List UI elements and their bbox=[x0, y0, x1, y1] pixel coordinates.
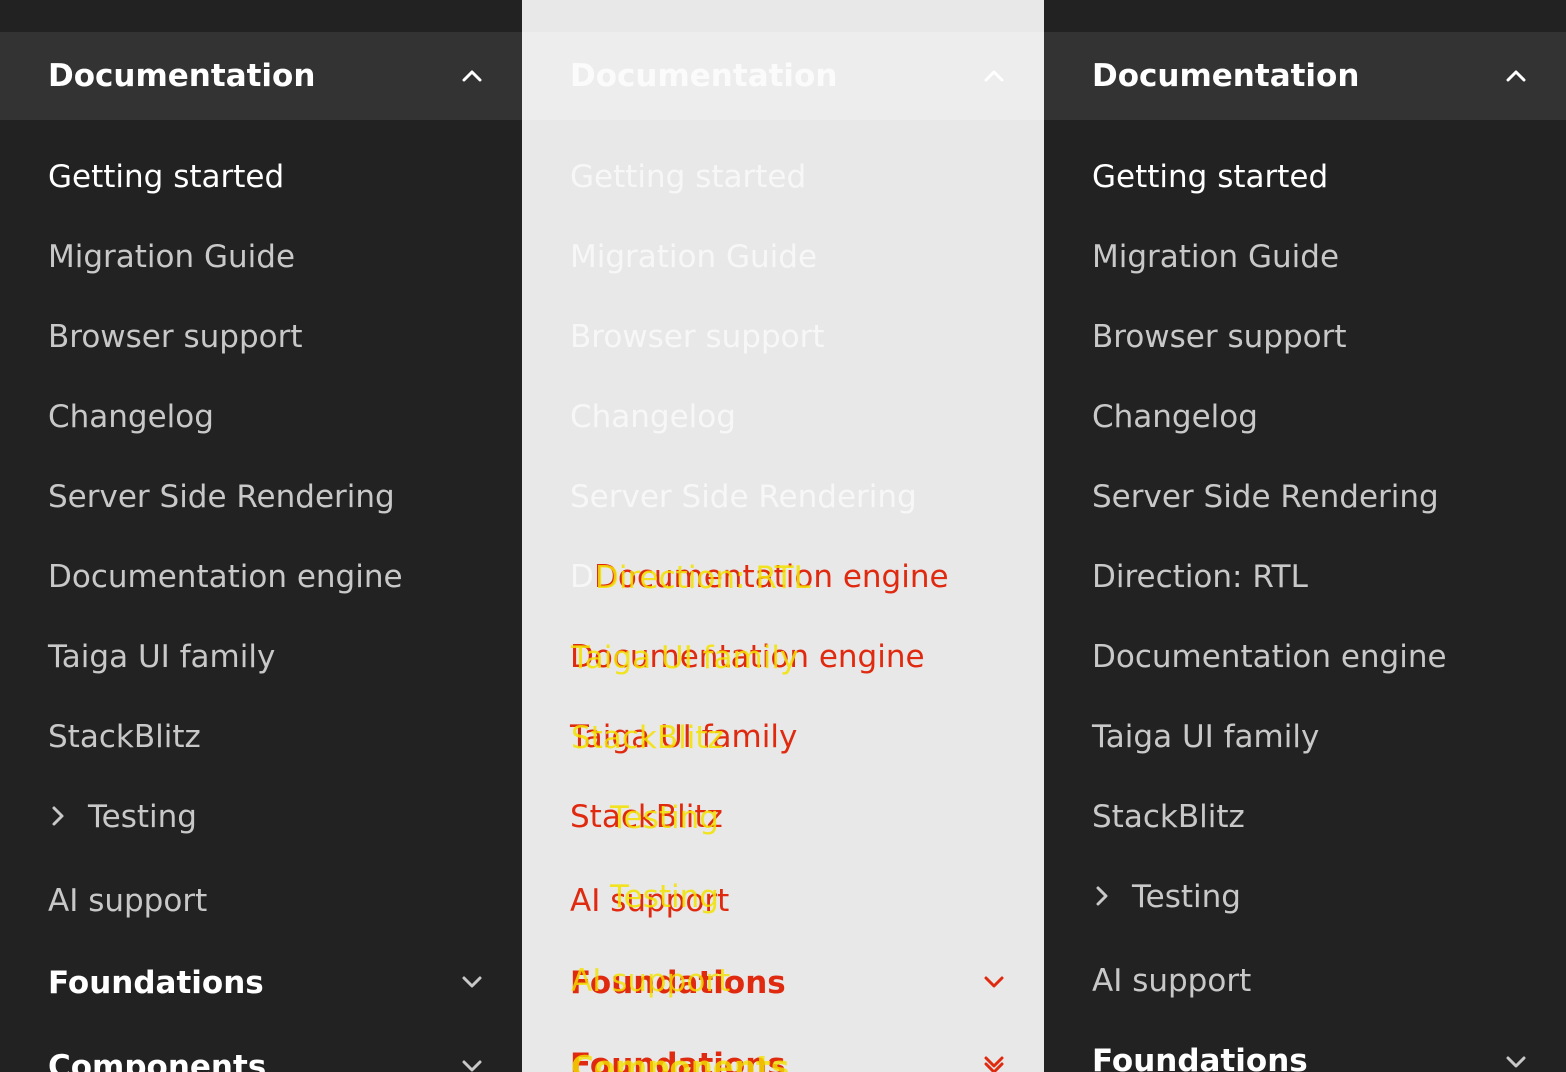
diff-text-new: Testing bbox=[610, 800, 719, 836]
chevron-down-icon bbox=[458, 1052, 486, 1072]
nav-item-direction-rtl[interactable]: Direction: RTL bbox=[1092, 552, 1308, 602]
diff-text-new: Taiga UI family bbox=[571, 640, 799, 676]
section-title: Documentation bbox=[1092, 58, 1360, 94]
nav-item-getting-started[interactable]: Getting started bbox=[570, 152, 806, 202]
nav-item-migration-guide[interactable]: Migration Guide bbox=[48, 232, 295, 282]
foundations-section-header[interactable]: Foundations bbox=[1092, 1036, 1308, 1072]
nav-item-documentation-engine[interactable]: Documentation engine bbox=[1092, 632, 1447, 682]
chevron-down-icon bbox=[980, 1050, 1008, 1072]
nav-item-documentation-engine[interactable]: Documentation engine bbox=[48, 552, 403, 602]
sidebar-panel-1: Documentation Getting started Migration … bbox=[0, 0, 522, 1072]
diff-text-new: StackBlitz bbox=[571, 720, 724, 756]
nav-item-migration-guide[interactable]: Migration Guide bbox=[570, 232, 817, 282]
nav-item-ai-support[interactable]: AI support bbox=[48, 876, 207, 926]
nav-item-migration-guide[interactable]: Migration Guide bbox=[1092, 232, 1339, 282]
nav-item-browser-support[interactable]: Browser support bbox=[570, 312, 825, 362]
documentation-section-header[interactable]: Documentation bbox=[522, 32, 1044, 120]
chevron-up-icon bbox=[980, 62, 1008, 90]
nav-item-stackblitz[interactable]: StackBlitz bbox=[1092, 792, 1245, 842]
nav-item-ssr[interactable]: Server Side Rendering bbox=[48, 472, 395, 522]
nav-item-stackblitz[interactable]: StackBlitz bbox=[48, 712, 201, 762]
nav-item-ai-support[interactable]: AI support bbox=[1092, 956, 1251, 1006]
chevron-right-icon[interactable] bbox=[1088, 882, 1116, 910]
chevron-down-icon bbox=[1502, 1048, 1530, 1072]
nav-item-getting-started[interactable]: Getting started bbox=[48, 152, 284, 202]
documentation-section-header[interactable]: Documentation bbox=[1044, 32, 1566, 120]
nav-item-changelog[interactable]: Changelog bbox=[1092, 392, 1258, 442]
chevron-down-icon bbox=[458, 968, 486, 996]
direction-prefix: D bbox=[570, 559, 594, 595]
nav-item-changelog[interactable]: Changelog bbox=[570, 392, 736, 442]
diff-text-new: Direction: RTL bbox=[595, 560, 811, 596]
nav-item-ssr[interactable]: Server Side Rendering bbox=[570, 472, 917, 522]
diff-text-new: AI support bbox=[571, 963, 731, 999]
chevron-right-icon[interactable] bbox=[44, 802, 72, 830]
nav-item-browser-support[interactable]: Browser support bbox=[1092, 312, 1347, 362]
nav-item-testing[interactable]: Testing bbox=[1132, 872, 1241, 922]
section-title: Documentation bbox=[48, 58, 316, 94]
diff-text-new: Testing bbox=[610, 879, 719, 915]
components-section-header[interactable]: Components bbox=[48, 1042, 266, 1072]
foundations-section-header[interactable]: Foundations bbox=[48, 958, 264, 1008]
sidebar-panel-3: Documentation Getting started Migration … bbox=[1044, 0, 1566, 1072]
documentation-section-header[interactable]: Documentation bbox=[0, 32, 522, 120]
chevron-up-icon bbox=[1502, 62, 1530, 90]
nav-item-browser-support[interactable]: Browser support bbox=[48, 312, 303, 362]
section-title: Documentation bbox=[570, 58, 838, 94]
nav-item-getting-started[interactable]: Getting started bbox=[1092, 152, 1328, 202]
nav-item-taiga-ui-family[interactable]: Taiga UI family bbox=[48, 632, 275, 682]
nav-item-changelog[interactable]: Changelog bbox=[48, 392, 214, 442]
nav-item-ssr[interactable]: Server Side Rendering bbox=[1092, 472, 1439, 522]
sidebar-panel-2-diff: Documentation Getting started Migration … bbox=[522, 0, 1044, 1072]
nav-item-taiga-ui-family[interactable]: Taiga UI family bbox=[1092, 712, 1319, 762]
diff-text-new: Components bbox=[571, 1050, 790, 1072]
nav-item-testing[interactable]: Testing bbox=[88, 792, 197, 842]
chevron-down-icon bbox=[980, 968, 1008, 996]
chevron-up-icon bbox=[458, 62, 486, 90]
